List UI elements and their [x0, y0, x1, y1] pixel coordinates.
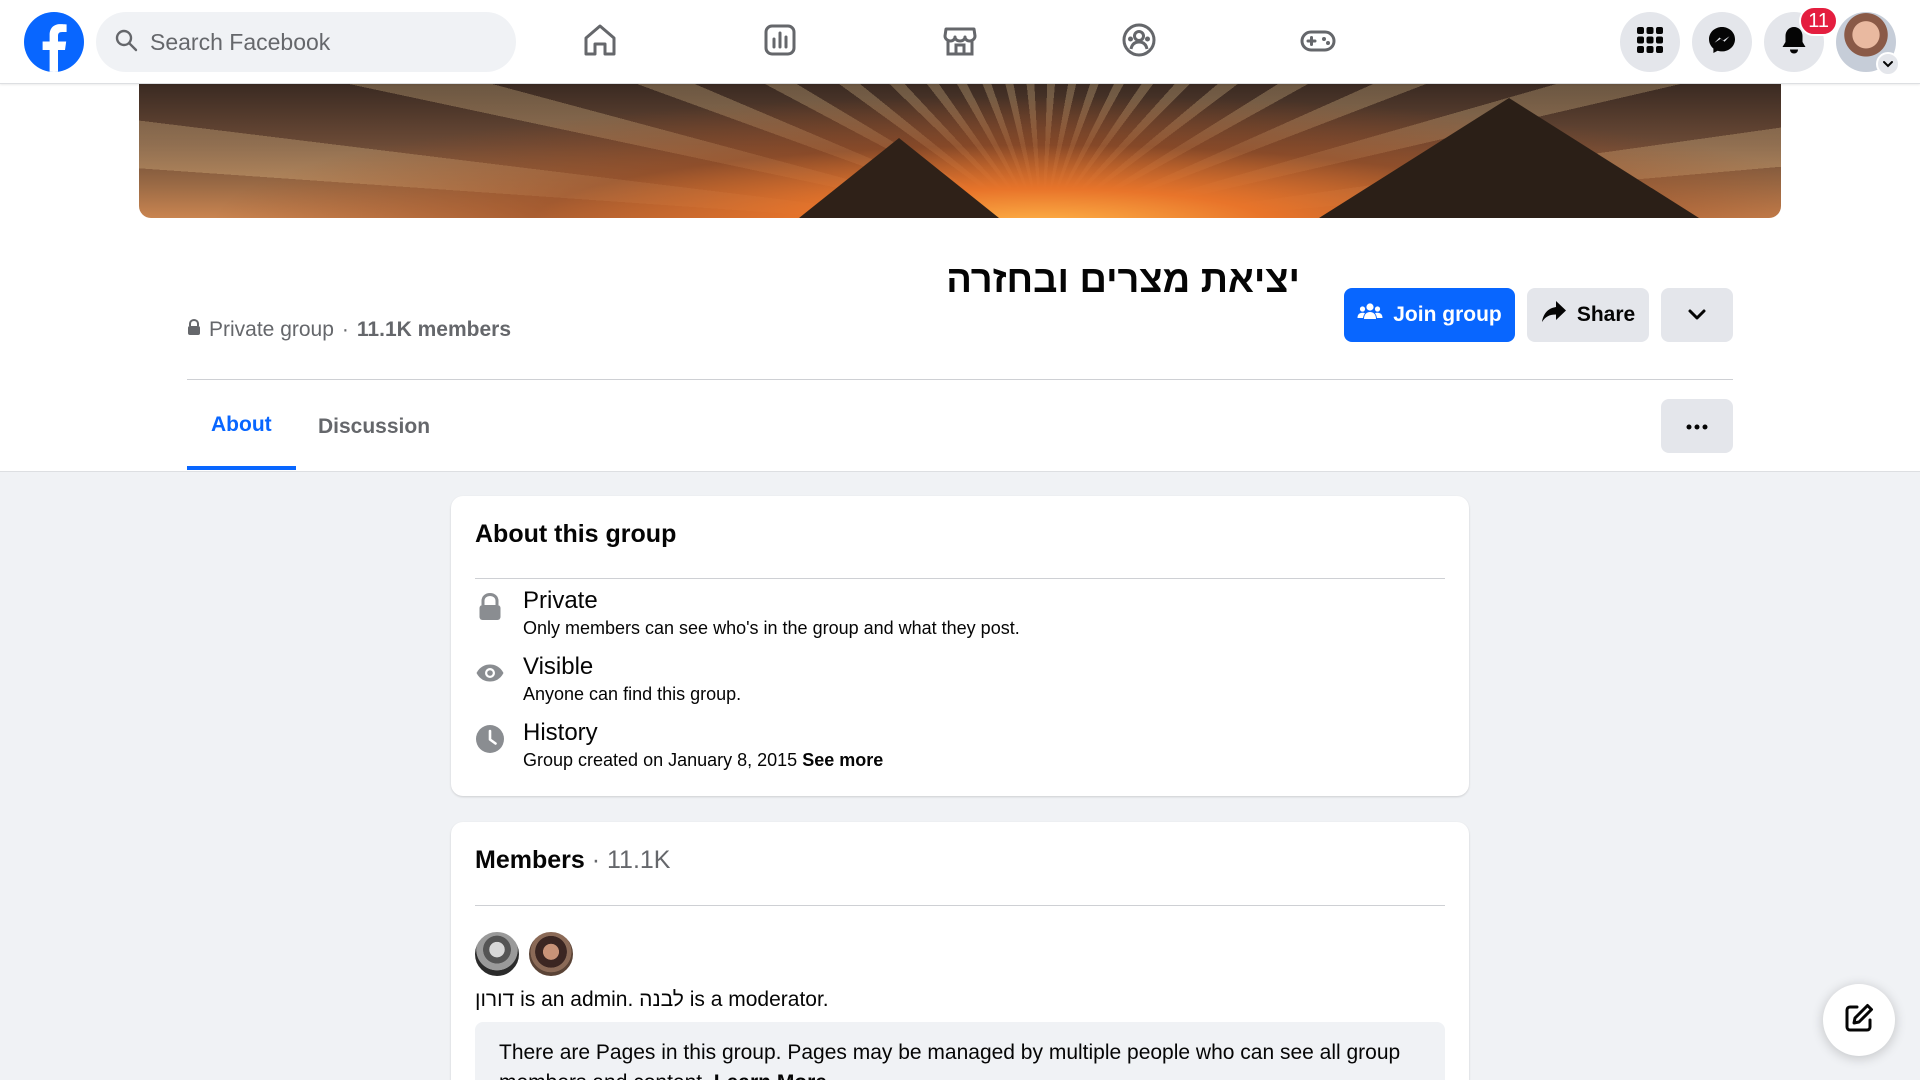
- chevron-down-icon: [1687, 303, 1707, 327]
- about-card-title: About this group: [475, 520, 677, 548]
- members-card: Members · 11.1K דורון is an admin. לבנה …: [451, 822, 1469, 1080]
- about-item-private: Private Only members can see who's in th…: [475, 586, 1020, 640]
- about-item-history: History Group created on January 8, 2015…: [475, 718, 883, 772]
- messenger-button[interactable]: [1692, 12, 1752, 72]
- nav-tab-gaming[interactable]: [1258, 12, 1378, 72]
- pages-note-text: There are Pages in this group. Pages may…: [499, 1041, 1401, 1080]
- about-item-description: Group created on January 8, 2015 See mor…: [523, 748, 883, 772]
- share-label: Share: [1576, 303, 1636, 326]
- grid-menu-icon: [1636, 26, 1664, 59]
- admin-text: is an admin.: [514, 988, 640, 1011]
- eye-icon: [475, 658, 505, 688]
- groups-icon: [1120, 21, 1158, 64]
- members-count: · 11.1K: [591, 846, 671, 874]
- new-message-button[interactable]: [1823, 984, 1895, 1056]
- see-more-link[interactable]: See more: [802, 750, 883, 770]
- about-card: About this group Private Only members ca…: [451, 496, 1469, 796]
- members-count-link[interactable]: 11.1K members: [357, 318, 511, 342]
- moderator-avatar[interactable]: [527, 930, 575, 978]
- about-item-title: Visible: [523, 653, 594, 680]
- cover-photo: [139, 84, 1781, 218]
- pages-info-note: There are Pages in this group. Pages may…: [475, 1022, 1445, 1080]
- members-card-title: Members · 11.1K: [475, 846, 670, 875]
- share-button[interactable]: Share: [1527, 288, 1649, 342]
- about-item-title: Private: [523, 587, 598, 614]
- notifications-button[interactable]: 11: [1764, 6, 1838, 72]
- meta-separator: ·: [341, 318, 349, 341]
- group-name-heading: יציאת מצרים ובחזרה: [946, 259, 1300, 301]
- join-group-icon: [1357, 302, 1383, 328]
- cover-pyramid-left: [799, 138, 999, 218]
- nav-tab-home[interactable]: [540, 12, 660, 72]
- join-group-button[interactable]: Join group: [1344, 288, 1515, 342]
- privacy-label: Private group: [209, 318, 334, 341]
- members-divider: [475, 905, 1445, 906]
- admin-avatar[interactable]: [473, 930, 521, 978]
- notifications-count-badge: 11: [1799, 6, 1838, 36]
- about-item-visible: Visible Anyone can find this group.: [475, 652, 741, 706]
- home-icon: [581, 21, 619, 64]
- nav-tab-marketplace[interactable]: [900, 12, 1020, 72]
- tabs-more-button[interactable]: [1661, 399, 1733, 453]
- group-meta: Private group · 11.1K members: [187, 318, 511, 342]
- admin-name-link[interactable]: דורון: [475, 988, 514, 1011]
- chevron-down-icon[interactable]: [1876, 52, 1900, 76]
- compose-edit-icon: [1843, 1002, 1875, 1039]
- feeds-chart-icon: [761, 21, 799, 64]
- join-group-label: Join group: [1393, 303, 1502, 326]
- top-navigation-bar: 11: [0, 0, 1920, 84]
- tab-discussion[interactable]: Discussion: [294, 384, 454, 470]
- search-bar[interactable]: [96, 12, 516, 72]
- gaming-controller-icon: [1299, 21, 1337, 64]
- moderator-text: is a moderator.: [683, 988, 829, 1011]
- about-item-description: Only members can see who's in the group …: [523, 618, 1020, 638]
- nav-tab-feeds[interactable]: [720, 12, 840, 72]
- members-title: Members: [475, 846, 585, 874]
- messenger-icon: [1707, 25, 1737, 60]
- admins-moderators-line: דורון is an admin. לבנה is a moderator.: [475, 988, 829, 1012]
- lock-icon: [187, 318, 201, 342]
- menu-button[interactable]: [1620, 12, 1680, 72]
- header-divider: [187, 379, 1733, 380]
- moderator-name-link[interactable]: לבנה: [639, 988, 684, 1011]
- facebook-logo-icon[interactable]: [24, 12, 84, 72]
- search-icon: [114, 28, 138, 57]
- group-header: יציאת מצרים ובחזרה Private group · 11.1K…: [0, 84, 1920, 472]
- marketplace-store-icon: [941, 21, 979, 64]
- tab-about[interactable]: About: [187, 384, 296, 470]
- cover-pyramid-right: [1319, 98, 1699, 218]
- history-created-text: Group created on January 8, 2015: [523, 750, 798, 770]
- more-options-dropdown-button[interactable]: [1661, 288, 1733, 342]
- about-divider: [475, 578, 1445, 579]
- learn-more-link[interactable]: Learn More: [714, 1071, 827, 1080]
- share-arrow-icon: [1541, 300, 1567, 330]
- ellipsis-icon: [1686, 417, 1708, 435]
- nav-tab-groups[interactable]: [1079, 12, 1199, 72]
- clock-icon: [475, 724, 505, 754]
- about-item-title: History: [523, 719, 598, 746]
- lock-icon: [475, 592, 505, 622]
- account-avatar[interactable]: [1836, 12, 1900, 76]
- about-item-description: Anyone can find this group.: [523, 684, 742, 704]
- search-input[interactable]: [150, 28, 490, 56]
